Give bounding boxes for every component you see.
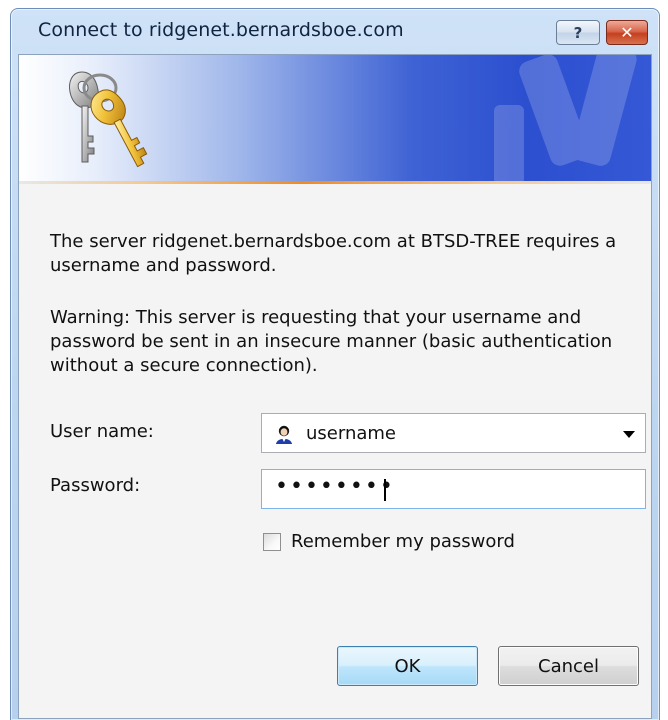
- title-bar[interactable]: Connect to ridgenet.bernardsboe.com ? ✕: [11, 9, 659, 49]
- text-caret: [384, 479, 386, 501]
- banner: [19, 55, 651, 183]
- help-icon: ?: [573, 23, 583, 42]
- close-button[interactable]: ✕: [606, 20, 648, 45]
- security-warning: Warning: This server is requesting that …: [50, 307, 613, 376]
- dialog-body: The server ridgenet.bernardsboe.com at B…: [18, 54, 652, 719]
- remember-password-label: Remember my password: [291, 531, 515, 552]
- window-title: Connect to ridgenet.bernardsboe.com: [38, 19, 404, 41]
- cancel-button[interactable]: Cancel: [498, 646, 639, 686]
- remember-password-checkbox[interactable]: [263, 532, 281, 551]
- banner-accent-line: [19, 181, 651, 184]
- username-combobox[interactable]: username: [261, 413, 646, 453]
- close-icon: ✕: [620, 23, 634, 42]
- password-field[interactable]: ••••••••: [261, 469, 646, 509]
- keys-watermark-icon: [494, 55, 637, 183]
- password-label: Password:: [50, 475, 141, 496]
- keys-icon: [69, 71, 148, 168]
- login-dialog-window: Connect to ridgenet.bernardsboe.com ? ✕: [10, 8, 660, 720]
- help-button[interactable]: ?: [556, 20, 600, 45]
- server-message: The server ridgenet.bernardsboe.com at B…: [50, 231, 617, 276]
- remember-password-option[interactable]: Remember my password: [263, 531, 515, 552]
- username-value: username: [306, 423, 396, 444]
- username-label: User name:: [50, 421, 154, 442]
- password-value: ••••••••: [275, 474, 395, 499]
- ok-button[interactable]: OK: [337, 646, 478, 686]
- dropdown-arrow-icon[interactable]: [623, 431, 635, 438]
- user-icon: [274, 424, 294, 444]
